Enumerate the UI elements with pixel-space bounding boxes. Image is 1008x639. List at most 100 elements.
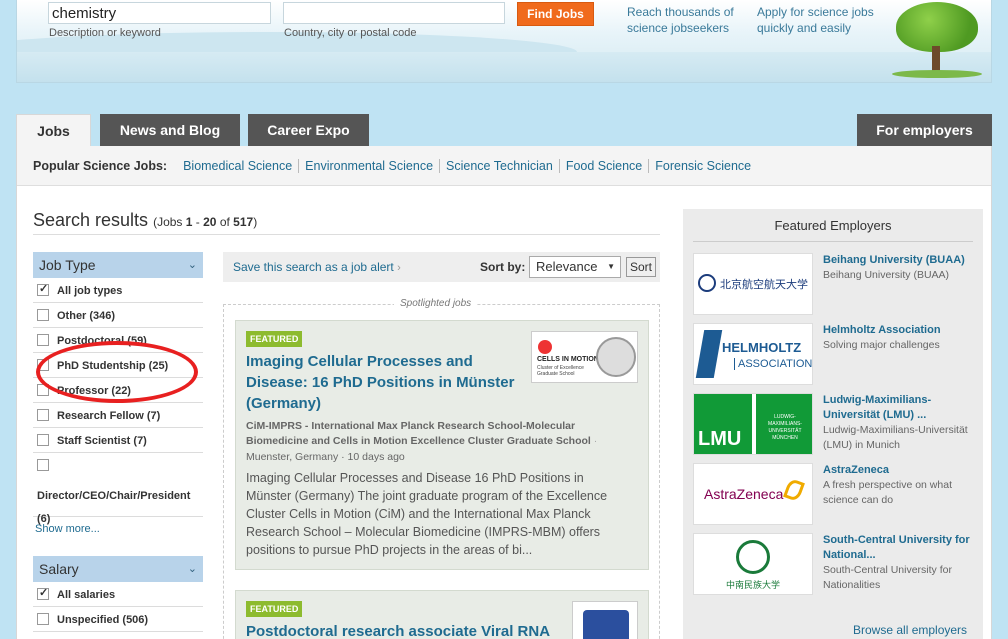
employer-item[interactable]: 北京航空航天大学 Beihang University (BUAA) Beihan… xyxy=(693,253,983,315)
employer-desc: A fresh perspective on what science can … xyxy=(823,479,952,506)
save-alert-link[interactable]: Save this search as a job alert › xyxy=(233,260,401,274)
job-description: Imaging Cellular Processes and Disease 1… xyxy=(246,471,608,557)
checkbox[interactable] xyxy=(37,434,49,446)
employer-desc: South-Central University for Nationaliti… xyxy=(823,564,952,591)
logo-text: 中南民族大学 xyxy=(726,581,781,591)
popular-jobs-label: Popular Science Jobs: xyxy=(33,158,168,173)
tab-career-expo[interactable]: Career Expo xyxy=(248,114,369,146)
logo-text: AstraZeneca xyxy=(704,486,784,502)
employer-item[interactable]: 中南民族大学 South-Central University for Nati… xyxy=(693,533,983,595)
sort-button[interactable]: Sort xyxy=(626,257,656,277)
checkbox[interactable] xyxy=(37,309,49,321)
facet-option[interactable]: Staff Scientist (7) xyxy=(33,428,203,453)
main-nav-tabs: Jobs News and Blog Career Expo For emplo… xyxy=(16,114,992,147)
employer-logo[interactable]: AstraZeneca xyxy=(693,463,813,525)
astrazeneca-swirl-icon xyxy=(783,477,805,503)
employer-desc: Solving major challenges xyxy=(823,339,940,351)
keyword-label: Description or keyword xyxy=(49,27,161,39)
chevron-right-icon: › xyxy=(397,262,401,274)
salary-header[interactable]: Salary ⌄ xyxy=(33,556,203,582)
job-title-link[interactable]: Imaging Cellular Processes and Disease: … xyxy=(246,351,526,414)
divider xyxy=(33,234,660,235)
main-content: Popular Science Jobs: Biomedical Science… xyxy=(16,146,992,639)
employer-name-link[interactable]: Helmholtz Association Solving major chall… xyxy=(823,323,973,353)
results-heading: Search results (Jobs 1 - 20 of 517) xyxy=(33,210,258,230)
salary-facet: Salary⌄ All salaries Unspecified (506) xyxy=(33,556,203,632)
results-toolbar: Save this search as a job alert › Sort b… xyxy=(223,252,660,282)
location-label: Country, city or postal code xyxy=(284,27,417,39)
logo-text: LMU xyxy=(698,428,742,450)
employer-item[interactable]: HELMHOLTZ ASSOCIATION Helmholtz Associat… xyxy=(693,323,983,385)
max-planck-seal-icon xyxy=(596,337,636,377)
facet-option[interactable]: Research Fellow (7) xyxy=(33,403,203,428)
popular-jobs-bar: Popular Science Jobs: Biomedical Science… xyxy=(17,146,991,186)
promo-jobseekers: Reach thousands of science jobseekers xyxy=(627,5,734,35)
employer-name-link[interactable]: Beihang University (BUAA) Beihang Univers… xyxy=(823,253,973,283)
tab-for-employers[interactable]: For employers xyxy=(857,114,992,146)
logo-line1: HELMHOLTZ xyxy=(722,340,802,355)
tree-illustration xyxy=(892,2,982,80)
university-seal-icon xyxy=(736,540,770,574)
dropdown-arrow-icon: ▼ xyxy=(607,262,615,271)
featured-badge: FEATURED xyxy=(246,331,303,347)
shield-logo-icon xyxy=(583,610,629,639)
logo-title: CELLS IN MOTION xyxy=(537,356,599,363)
job-title-link[interactable]: Postdoctoral research associate Viral RN… xyxy=(246,621,566,639)
tab-news-and-blog[interactable]: News and Blog xyxy=(100,114,240,146)
location-input[interactable] xyxy=(283,2,505,24)
facet-option[interactable]: All salaries xyxy=(33,582,203,607)
sort-select[interactable]: Relevance ▼ xyxy=(529,256,621,278)
keyword-input[interactable]: chemistry xyxy=(48,2,271,24)
checkbox[interactable] xyxy=(37,282,49,296)
helmholtz-mark-icon xyxy=(695,330,723,378)
employer-logo[interactable]: 北京航空航天大学 xyxy=(693,253,813,315)
featured-employers-panel: Featured Employers 北京航空航天大学 Beihang Univ… xyxy=(683,209,983,639)
employer-item[interactable]: LMU LUDWIG-MAXIMILIANS-UNIVERSITÄT MÜNCH… xyxy=(693,393,983,455)
employer-desc: Ludwig-Maximilians-Universität (LMU) in … xyxy=(823,424,968,451)
divider xyxy=(693,241,973,242)
popular-link-food[interactable]: Food Science xyxy=(558,158,648,173)
employer-name-link[interactable]: AstraZeneca A fresh perspective on what s… xyxy=(823,463,973,508)
employer-logo[interactable]: 中南民族大学 xyxy=(693,533,813,595)
chevron-down-icon: ⌄ xyxy=(187,563,197,575)
employer-logo[interactable]: LMU LUDWIG-MAXIMILIANS-UNIVERSITÄT MÜNCH… xyxy=(693,393,813,455)
logo-text: 北京航空航天大学 xyxy=(720,278,808,291)
job-type-header[interactable]: Job Type ⌄ xyxy=(33,252,203,278)
annotation-circle xyxy=(36,341,198,403)
checkbox[interactable] xyxy=(37,334,49,346)
spotlight-label: Spotlighted jobs xyxy=(394,298,478,309)
facet-option[interactable]: Unspecified (506) xyxy=(33,607,203,632)
logo-line2: ASSOCIATION xyxy=(734,358,812,370)
employer-item[interactable]: AstraZeneca AstraZeneca A fresh perspecti… xyxy=(693,463,983,525)
popular-link-technician[interactable]: Science Technician xyxy=(439,158,559,173)
employer-logo[interactable] xyxy=(572,601,638,639)
employer-logo[interactable]: HELMHOLTZ ASSOCIATION xyxy=(693,323,813,385)
featured-badge: FEATURED xyxy=(246,601,303,617)
popular-link-biomedical[interactable]: Biomedical Science xyxy=(177,159,298,173)
employer-name-link[interactable]: South-Central University for National...… xyxy=(823,533,973,593)
job-meta: Muenster, Germany · 10 days ago xyxy=(246,451,405,463)
tab-jobs[interactable]: Jobs xyxy=(16,114,91,147)
checkbox[interactable] xyxy=(37,586,49,600)
job-organization: CiM-IMPRS - International Max Planck Res… xyxy=(246,420,598,447)
checkbox[interactable] xyxy=(37,409,49,421)
employer-logo[interactable]: CELLS IN MOTION Cluster of Excellence Gr… xyxy=(531,331,638,383)
employer-desc: Beihang University (BUAA) xyxy=(823,269,950,281)
promo-apply: Apply for science jobs quickly and easil… xyxy=(757,5,874,35)
popular-link-environmental[interactable]: Environmental Science xyxy=(298,158,439,173)
facet-option[interactable]: Director/CEO/Chair/President (6) xyxy=(33,453,203,525)
checkbox[interactable] xyxy=(37,459,49,471)
facet-option[interactable]: Other (346) xyxy=(33,303,203,328)
cells-in-motion-dot xyxy=(538,340,552,354)
popular-link-forensic[interactable]: Forensic Science xyxy=(648,158,757,173)
job-card[interactable]: FEATURED Imaging Cellular Processes and … xyxy=(235,320,649,570)
browse-employers-link[interactable]: Browse all employers xyxy=(853,623,967,637)
results-count: (Jobs 1 - 20 of 517) xyxy=(153,215,258,229)
find-jobs-button[interactable]: Find Jobs xyxy=(517,2,594,26)
chevron-down-icon: ⌄ xyxy=(187,259,197,271)
checkbox[interactable] xyxy=(37,613,49,625)
facet-option[interactable]: All job types xyxy=(33,278,203,303)
job-card[interactable]: FEATURED Postdoctoral research associate… xyxy=(235,590,649,639)
sort-label: Sort by: xyxy=(480,260,526,274)
employer-name-link[interactable]: Ludwig-Maximilians-Universität (LMU) ...… xyxy=(823,393,973,453)
